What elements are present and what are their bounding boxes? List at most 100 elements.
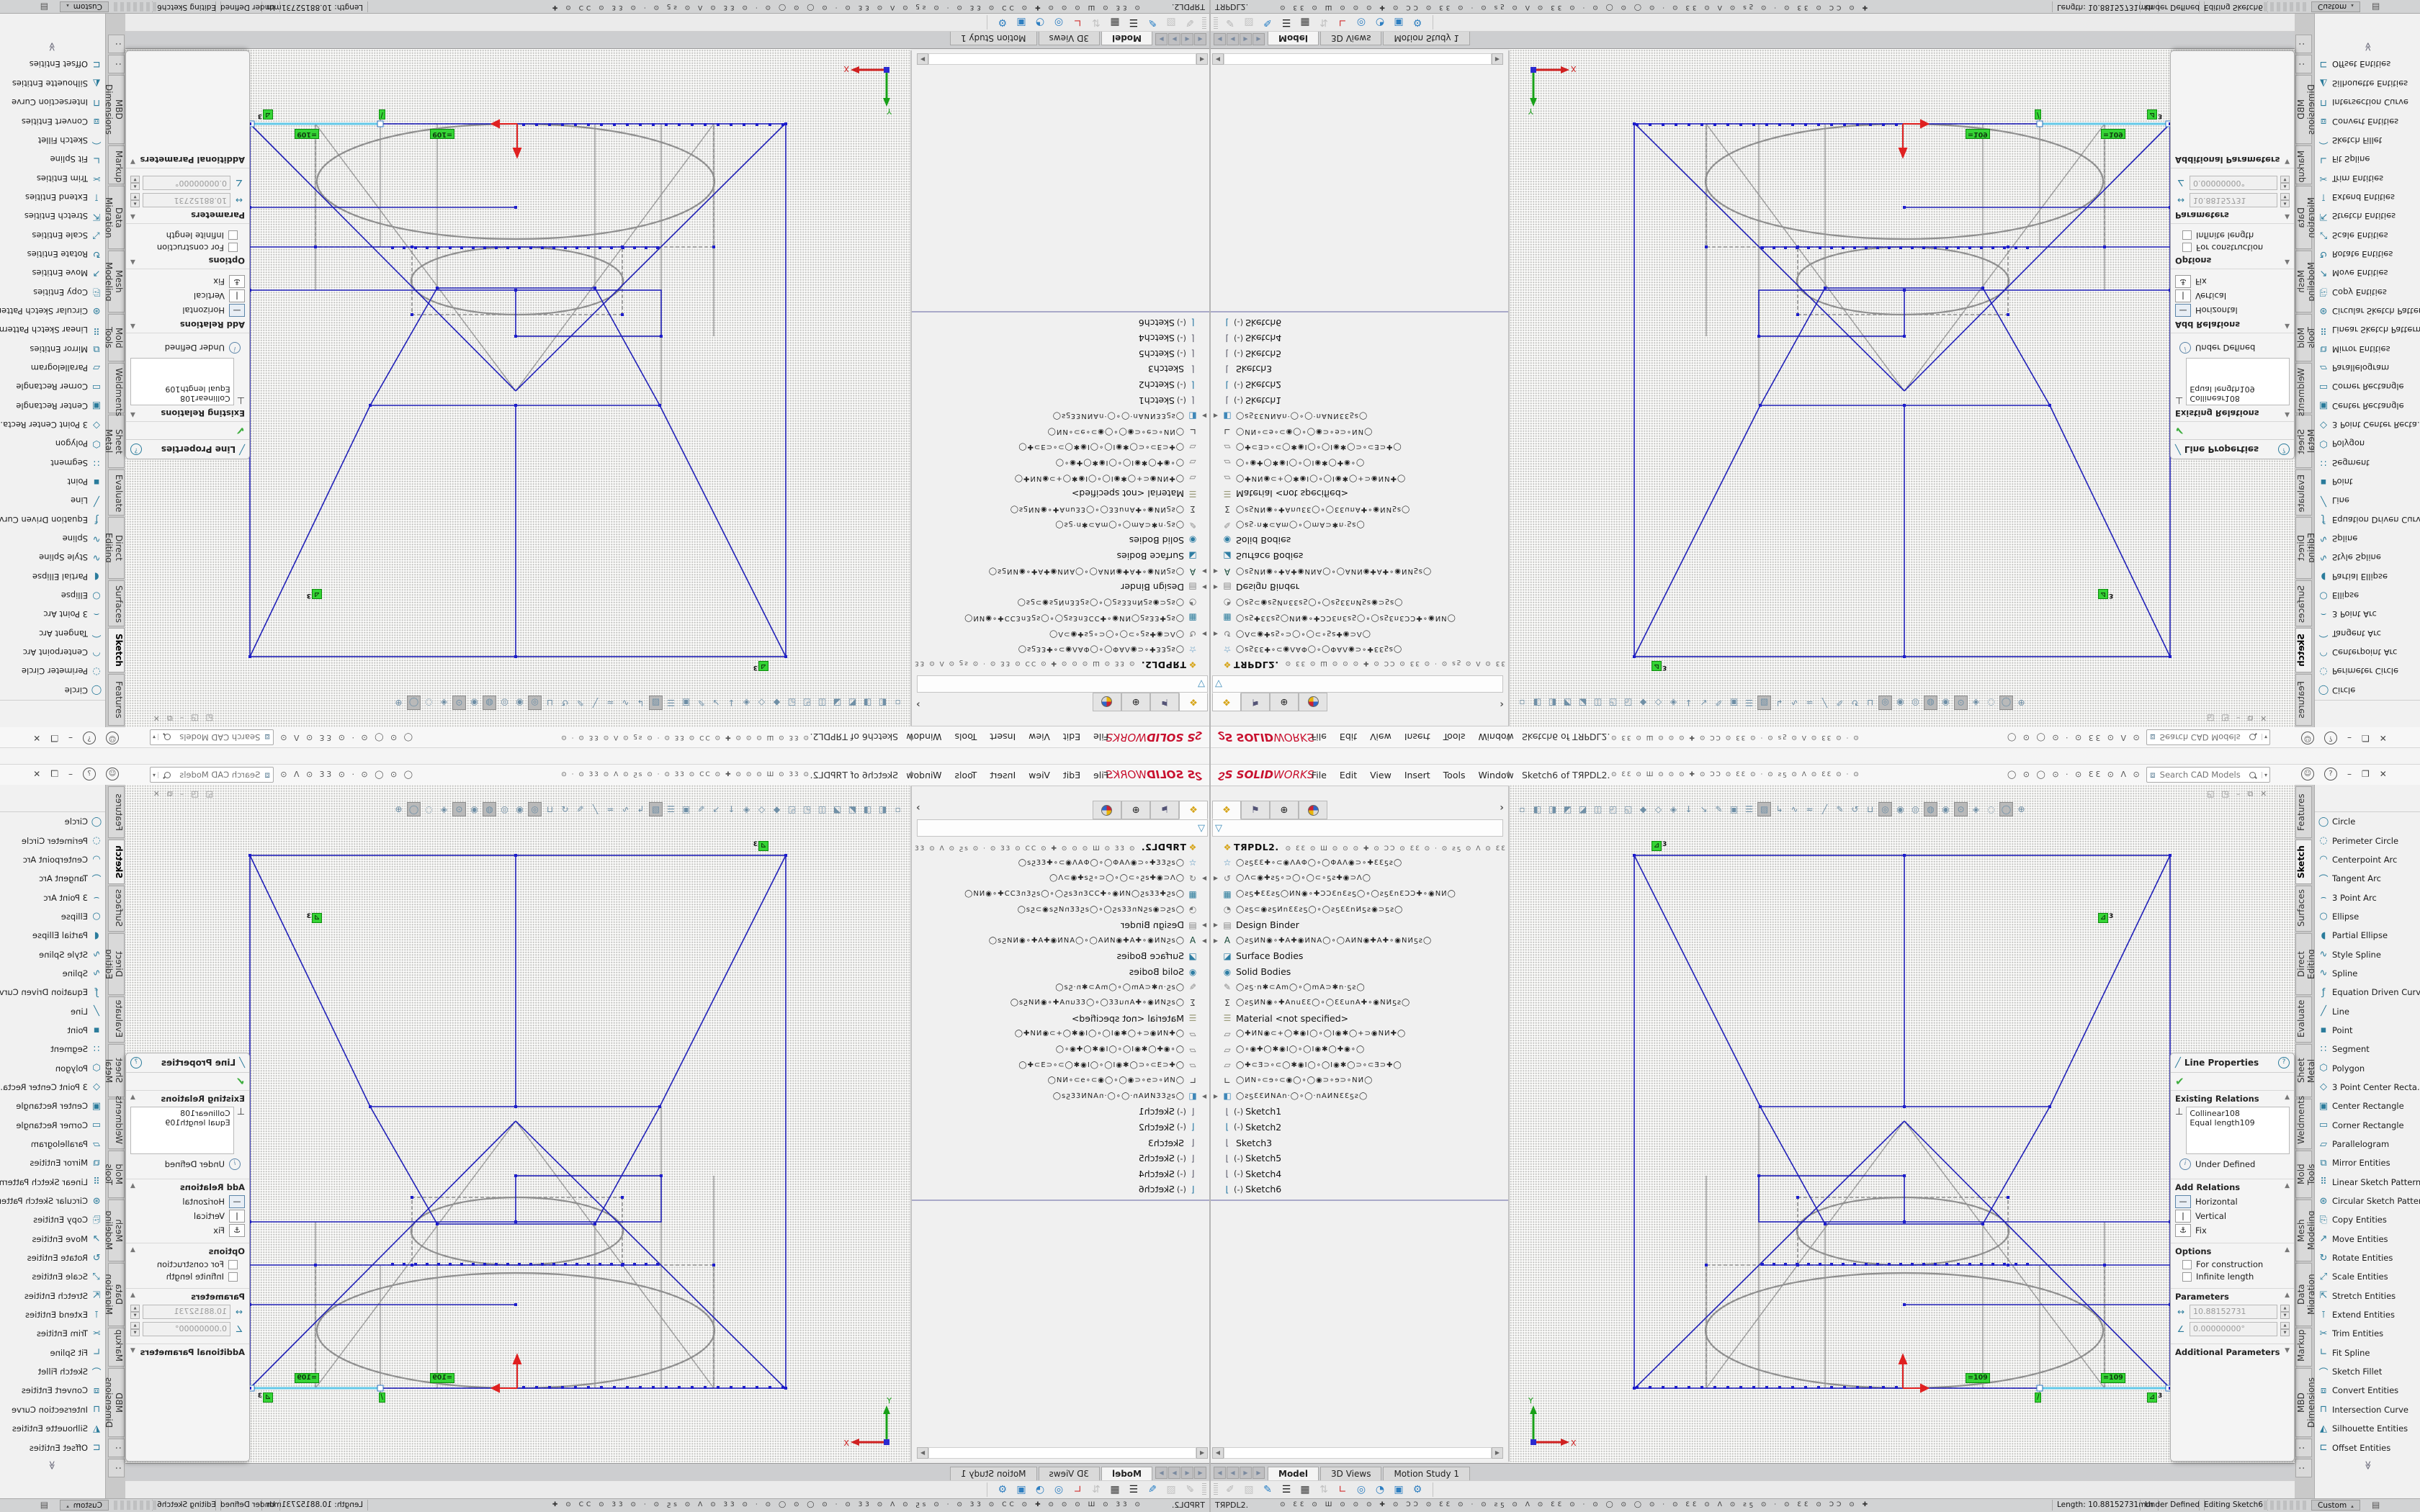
commandmanager-tab[interactable]: :: [2295, 35, 2312, 53]
sketch-tool-button[interactable]: ⬡Polygon: [2315, 1058, 2420, 1077]
tree-filter-box[interactable]: ▽: [917, 819, 1208, 837]
view-tool-icon[interactable]: ◌: [422, 696, 436, 710]
view-tool-icon[interactable]: ↳: [1773, 696, 1786, 710]
collapse-icon[interactable]: ▲: [130, 210, 135, 220]
menu-item[interactable]: Insert: [990, 732, 1016, 742]
add-relation-button[interactable]: —Horizontal: [2175, 1195, 2290, 1208]
bottom-toolbar-icon[interactable]: ⇅: [1314, 1484, 1333, 1495]
child-window-control-icon[interactable]: ⧉: [2247, 789, 2253, 799]
scroll-right-icon[interactable]: ▶: [917, 1447, 928, 1459]
tree-item[interactable]: ▱ ◯∘◉✚◯✱◉I◯∘◯I◉✱◯✚◉∘◯: [912, 1042, 1209, 1058]
relation-badge[interactable]: =109: [294, 1373, 319, 1383]
commandmanager-tab[interactable]: Mesh Modeling: [2295, 251, 2312, 312]
commandmanager-tab[interactable]: :: [108, 35, 125, 53]
sketch-tool-button[interactable]: ⠿Linear Sketch Pattern: [0, 320, 105, 339]
sketch-tool-button[interactable]: ↻Rotate Entities: [2315, 1248, 2420, 1267]
collapse-icon[interactable]: ▲: [2285, 1182, 2290, 1192]
tree-item[interactable]: ▱ ◯✚ИN◉⊂+◯✱◉I◯∘◯I◉✱◯+⊃◉NИ✚◯: [1211, 1026, 1508, 1042]
custom-dropdown[interactable]: Custom▴: [60, 1500, 109, 1511]
close-button[interactable]: ✕: [2380, 769, 2387, 779]
view-tool-icon[interactable]: ◇: [1652, 696, 1665, 710]
sketch-tool-button[interactable]: ⧉Mirror Entities: [2315, 1153, 2420, 1172]
document-tab[interactable]: Model: [1268, 1467, 1319, 1480]
bottom-toolbar-icon[interactable]: ✎: [1258, 17, 1277, 28]
search-dropdown-icon[interactable]: ▾: [151, 772, 158, 778]
menu-item[interactable]: File: [1312, 770, 1327, 780]
sketch-tool-button[interactable]: ◖Partial Ellipse: [2315, 567, 2420, 586]
search-dropdown-icon[interactable]: ▾: [151, 734, 158, 741]
tree-item[interactable]: ▶ ▤ Design Binder: [912, 579, 1209, 595]
sketch-tool-button[interactable]: ↗Move Entities: [0, 1230, 105, 1248]
featuremanager-tab[interactable]: [1093, 801, 1121, 819]
view-tool-icon[interactable]: ◨: [1546, 696, 1559, 710]
view-tool-icon[interactable]: ↳: [634, 802, 647, 816]
sketch-tool-button[interactable]: ⇱Stretch Entities: [0, 1287, 105, 1305]
bottom-toolbar-icon[interactable]: ✐: [1180, 1484, 1199, 1495]
pin-icon[interactable]: ✦: [908, 769, 915, 780]
bottom-toolbar-icon[interactable]: ⇅: [1087, 1484, 1106, 1495]
view-tool-icon[interactable]: ╱: [1818, 802, 1832, 816]
tree-item[interactable]: ◉ Solid Bodies: [1211, 964, 1508, 980]
view-tool-icon[interactable]: ✎: [694, 802, 708, 816]
parameter-field-row[interactable]: ∠ 0.00000000° ▲▼: [2175, 176, 2290, 190]
view-tool-icon[interactable]: ∿: [1788, 696, 1801, 710]
bottom-toolbar-icon[interactable]: ◎: [1049, 1484, 1068, 1495]
search-icon[interactable]: [164, 772, 171, 778]
expand-icon[interactable]: ▼: [2285, 1347, 2290, 1357]
sketch-tool-button[interactable]: ▱Parallelogram: [2315, 1135, 2420, 1153]
close-button[interactable]: ✕: [2380, 733, 2387, 743]
view-tool-icon[interactable]: ◪: [1576, 802, 1590, 816]
tab-nav-icon[interactable]: ◀: [1194, 33, 1206, 45]
bottom-toolbar-icon[interactable]: ◎: [1352, 1484, 1371, 1495]
view-tool-icon[interactable]: ◇: [1652, 802, 1665, 816]
document-tab[interactable]: Motion Study 1: [1383, 32, 1470, 45]
sketch-tool-button[interactable]: ⎘Copy Entities: [0, 1210, 105, 1229]
sketch-tool-button[interactable]: ✂Trim Entities: [2315, 168, 2420, 187]
search-icon[interactable]: [2249, 772, 2256, 778]
sketch-tool-button[interactable]: ⊛Circular Sketch Pattern: [0, 302, 105, 320]
tree-item[interactable]: ⌊ (-) Sketch4: [1211, 330, 1508, 346]
child-window-control-icon[interactable]: –: [2236, 789, 2241, 799]
featuremanager-tab[interactable]: ⚑: [1150, 693, 1179, 711]
relation-badge[interactable]: ⊿3: [2147, 1392, 2162, 1403]
menu-item[interactable]: Tools: [1443, 770, 1466, 780]
sketch-tool-button[interactable]: ▪Point: [0, 472, 105, 491]
tree-item[interactable]: ◉ Solid Bodies: [912, 964, 1209, 980]
sketch-tool-button[interactable]: ⎘Copy Entities: [2315, 1210, 2420, 1229]
view-tool-icon[interactable]: ✎: [573, 802, 587, 816]
child-window-control-icon[interactable]: ✕: [153, 713, 160, 723]
commandmanager-tab[interactable]: Data Migration: [108, 1263, 125, 1326]
account-icon[interactable]: ☺: [2301, 768, 2314, 780]
sketch-tool-button[interactable]: ∟Fit Spline: [2315, 1344, 2420, 1362]
restore-button[interactable]: ❐: [50, 733, 58, 743]
sketch-tool-button[interactable]: ◖Partial Ellipse: [0, 926, 105, 945]
view-tool-icon[interactable]: ◩: [1561, 802, 1574, 816]
view-tool-icon[interactable]: ◪: [830, 696, 844, 710]
view-tool-icon[interactable]: ☰: [1742, 802, 1756, 816]
sketch-tool-button[interactable]: ⧉Mirror Entities: [0, 1153, 105, 1172]
child-window-control-icon[interactable]: ⧉: [2247, 713, 2253, 723]
relation-badge[interactable]: =109: [429, 129, 454, 139]
commandmanager-tab[interactable]: Sheet Metal: [2295, 415, 2312, 468]
panel-help-icon[interactable]: ?: [2278, 444, 2290, 455]
tree-item[interactable]: ◪ Surface Bodies: [912, 948, 1209, 964]
rollback-bar[interactable]: [1211, 311, 1508, 312]
scroll-left-icon[interactable]: ◀: [1212, 1447, 1224, 1459]
sketch-tool-button[interactable]: ○Ellipse: [0, 586, 105, 605]
commandmanager-tab[interactable]: Sketch: [2295, 628, 2312, 672]
child-window-control-icon[interactable]: ◳: [191, 713, 198, 723]
design-library-icon[interactable]: ▤: [2372, 1500, 2380, 1510]
view-tool-icon[interactable]: ↳: [634, 696, 647, 710]
view-tool-icon[interactable]: ◈: [1667, 802, 1680, 816]
relation-badge[interactable]: ⊿3: [753, 661, 768, 671]
search-dropdown-icon[interactable]: ▾: [2262, 772, 2269, 778]
tree-item[interactable]: ∟ ◯ИN∘⊂ɘ∘⊂◉◯∘◯◉⊃∘ɘ⊃∘NИ◯: [1211, 424, 1508, 440]
tree-item[interactable]: ☰ Material <not specified>: [1211, 486, 1508, 502]
sketch-tool-button[interactable]: ⧈Convert Entities: [0, 112, 105, 130]
bottom-toolbar-icon[interactable]: ⇅: [1087, 17, 1106, 28]
search-dropdown-icon[interactable]: ▾: [2262, 734, 2269, 741]
view-tool-icon[interactable]: ▨: [1757, 696, 1771, 710]
scroll-track[interactable]: [1224, 53, 1492, 65]
pin-icon[interactable]: ✦: [908, 732, 915, 743]
sketch-tool-button[interactable]: ∿Spline: [2315, 529, 2420, 548]
